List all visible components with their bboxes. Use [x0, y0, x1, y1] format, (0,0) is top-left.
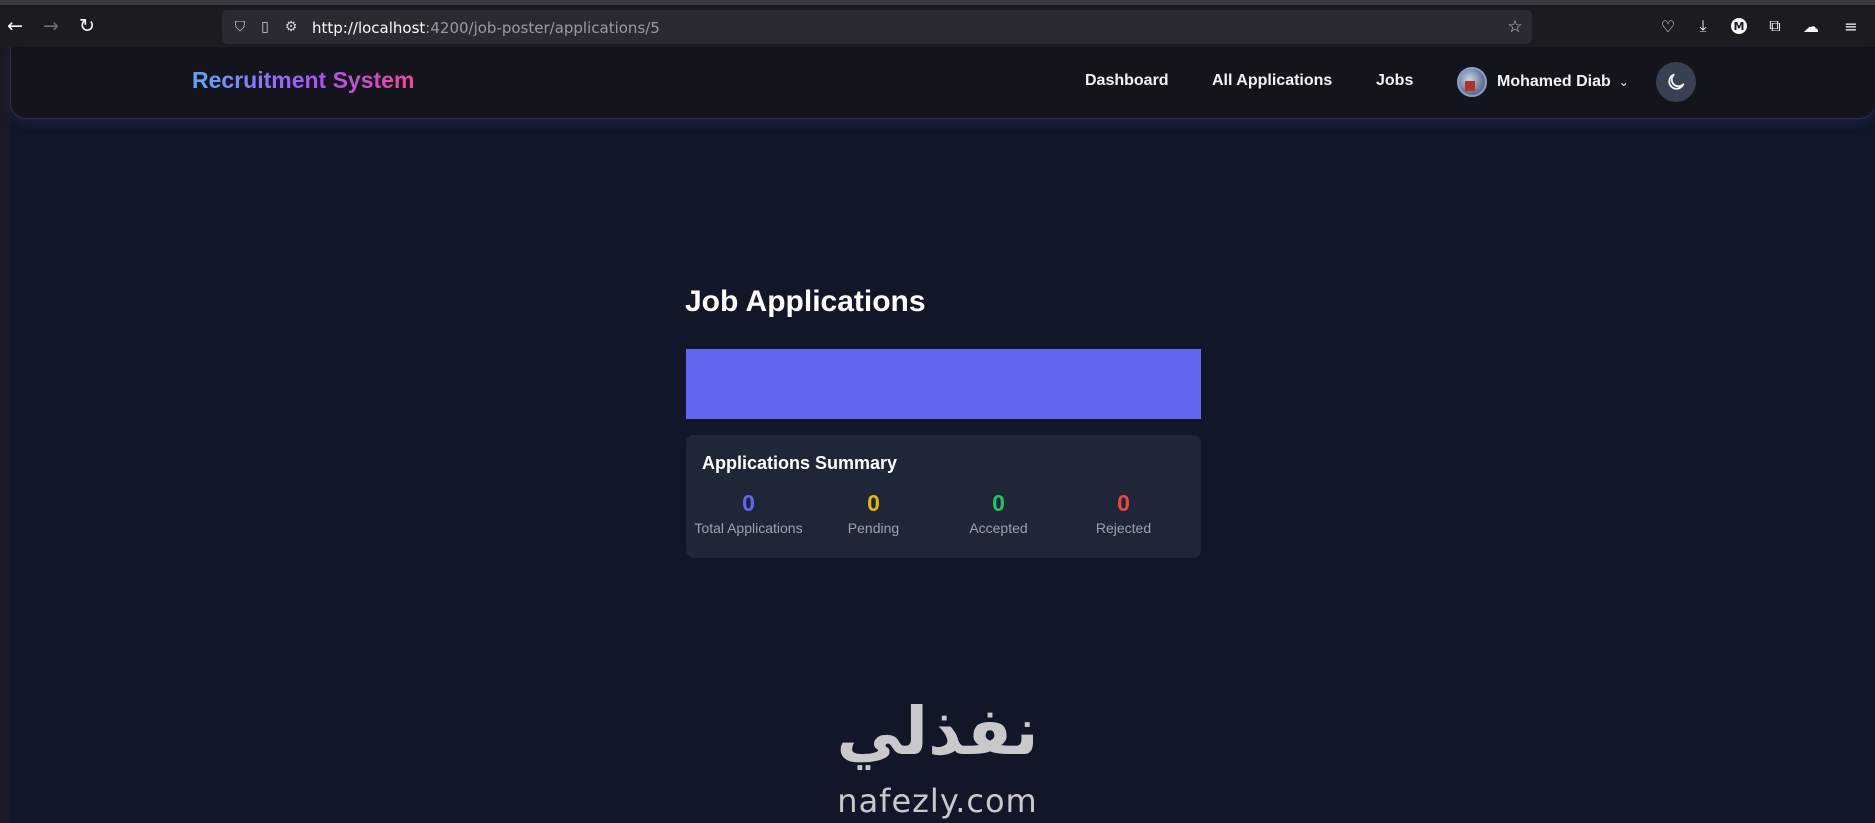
header-banner [686, 349, 1201, 419]
menu-icon[interactable]: ≡ [1836, 11, 1866, 41]
stat-rejected: 0 Rejected [1061, 489, 1186, 536]
left-edge [0, 47, 10, 823]
stat-label: Total Applications [694, 520, 803, 536]
account-icon[interactable]: M [1724, 11, 1754, 41]
watermark-arabic: نفذلي [836, 693, 1039, 770]
top-navbar: Recruitment System Dashboard All Applica… [10, 47, 1875, 119]
theme-toggle-button[interactable] [1656, 62, 1696, 102]
address-bar[interactable]: ⛉ ▯ ⚙ http://localhost:4200/job-poster/a… [222, 10, 1532, 44]
summary-title: Applications Summary [702, 453, 898, 473]
moon-icon [1668, 73, 1685, 90]
shield-icon[interactable]: ⛉ [228, 10, 252, 44]
stat-label: Rejected [1095, 520, 1152, 536]
stat-label: Accepted [969, 520, 1028, 536]
permissions-icon[interactable]: ⚙ [280, 10, 302, 44]
stat-accepted: 0 Accepted [936, 489, 1061, 536]
applications-summary-card: Applications Summary 0 Total Application… [686, 435, 1201, 558]
stat-value: 0 [742, 490, 755, 516]
stat-value: 0 [867, 490, 880, 516]
forward-icon[interactable]: → [36, 11, 66, 41]
stat-value: 0 [1117, 490, 1130, 516]
url-path: :4200/job-poster/applications/5 [425, 19, 660, 37]
url-host: http://localhost [312, 19, 426, 37]
browser-toolbar: ← → ↻ ⛉ ▯ ⚙ http://localhost:4200/job-po… [0, 0, 1875, 47]
user-name: Mohamed Diab [1497, 73, 1611, 90]
download-icon[interactable]: ⤓ [1688, 11, 1718, 41]
nav-link-all-applications[interactable]: All Applications [1212, 72, 1332, 90]
page-title: Job Applications [685, 285, 926, 318]
stat-pending: 0 Pending [811, 489, 936, 536]
avatar[interactable] [1457, 67, 1487, 97]
chevron-down-icon: ⌄ [1618, 75, 1629, 89]
user-menu[interactable]: Mohamed Diab ⌄ [1457, 66, 1629, 98]
stat-value: 0 [992, 490, 1005, 516]
stat-total-applications: 0 Total Applications [686, 489, 811, 536]
page-icon[interactable]: ▯ [254, 10, 276, 44]
stat-label: Pending [847, 520, 900, 536]
nav-link-jobs[interactable]: Jobs [1376, 72, 1413, 90]
url-text[interactable]: http://localhost:4200/job-poster/applica… [312, 19, 660, 37]
brand-logo[interactable]: Recruitment System [192, 67, 414, 94]
bookmark-star-icon[interactable]: ☆ [1502, 10, 1528, 44]
extension-icon[interactable]: ☁ [1796, 11, 1826, 41]
pocket-icon[interactable]: ♡ [1653, 11, 1683, 41]
reload-icon[interactable]: ↻ [72, 11, 102, 41]
watermark-latin: nafezly.com [837, 782, 1038, 820]
nav-link-dashboard[interactable]: Dashboard [1085, 72, 1169, 90]
back-icon[interactable]: ← [0, 11, 30, 41]
extensions-icon[interactable]: ⧉ [1760, 11, 1790, 41]
